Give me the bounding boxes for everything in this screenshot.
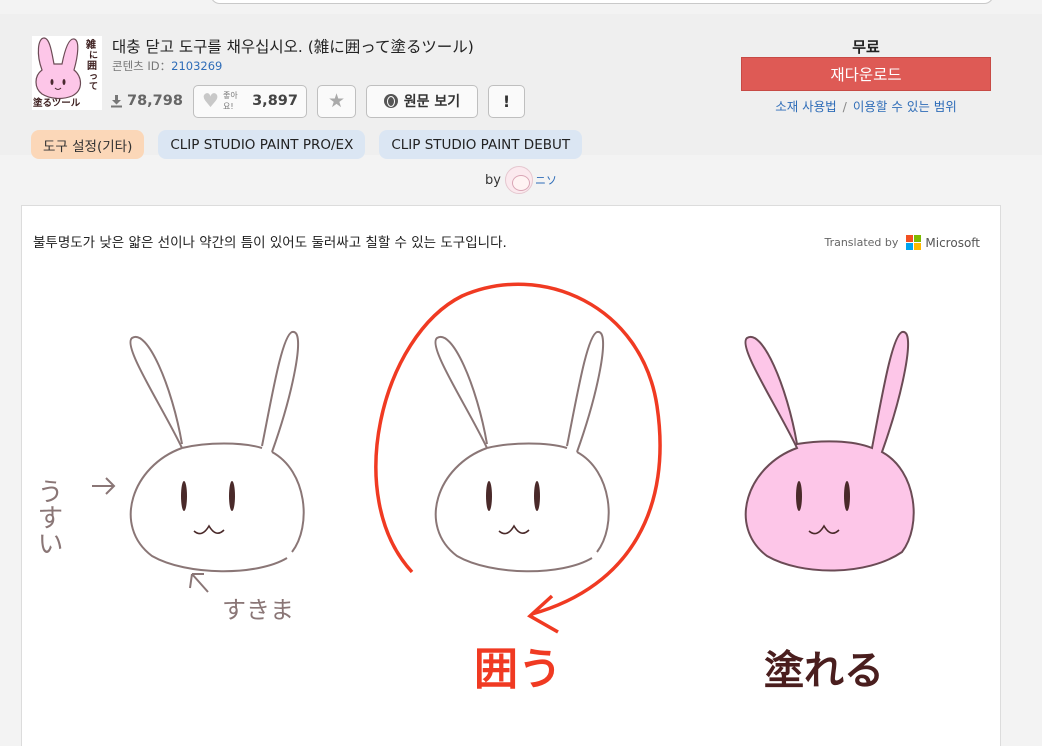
product-title: 대충 닫고 도구를 채우십시오. (雑に囲って塗るツール) [112,38,474,56]
usage-range-link[interactable]: 이용할 수 있는 범위 [853,99,957,114]
arrow-thin [92,477,116,495]
like-label: 좋아요! [223,91,238,111]
microsoft-logo-icon [906,235,922,250]
download-count-value: 78,798 [127,93,183,109]
description-text: 불투명도가 낮은 얇은 선이나 약간의 틈이 있어도 둘러싸고 칠할 수 있는 … [33,235,507,251]
enclose-arrow [374,282,662,616]
tool-illustration: うすい すきま 囲う 塗れる [33,282,915,695]
svg-text:囲: 囲 [87,60,97,72]
content-id: 콘텐츠 ID：2103269 [112,58,222,74]
product-thumbnail[interactable]: 雑 に 囲 っ て 塗るツール [32,36,102,110]
report-button[interactable]: ! [487,84,525,118]
link-separator: / [842,99,847,114]
svg-text:塗るツール: 塗るツール [33,97,81,109]
usage-links: 소재 사용법 / 이용할 수 있는 범위 [741,96,991,115]
svg-text:て: て [89,81,98,92]
bunny-outline-left [129,330,305,573]
right-bunny-eye-2 [844,481,850,511]
middle-bunny-eye-2 [534,481,540,511]
description-panel: 불투명도가 낮은 얇은 선이나 약간의 틈이 있어도 둘러싸고 칠할 수 있는 … [21,205,1001,746]
label-gap: すきま [222,596,294,624]
label-enclose: 囲う [474,644,562,695]
by-label: by [485,172,501,188]
byline: by ニソ [0,160,1042,200]
label-fill: 塗れる [764,648,884,694]
translated-by-label: Translated by [824,236,899,249]
middle-bunny-mouth [498,524,530,535]
tag-clip-debut[interactable]: CLIP STUDIO PAINT DEBUT [379,130,583,159]
product-header: 雑 に 囲 っ て 塗るツール 대충 닫고 도구를 채우십시오. (雑に囲って塗… [0,14,1042,159]
bunny-outline-middle [434,330,610,573]
translator-name: Microsoft [925,235,980,250]
price-label: 무료 [852,38,880,56]
search-bar-edge[interactable] [210,0,994,4]
redownload-button[interactable]: 재다운로드 [741,57,991,91]
author-name[interactable]: ニソ [535,172,557,188]
tag-tool-settings[interactable]: 도구 설정(기타) [31,130,145,159]
view-original-button[interactable]: 원문 보기 [365,84,478,118]
svg-text:っ: っ [89,72,98,82]
svg-text:雑: 雑 [85,38,96,51]
arrow-gap [189,573,209,593]
star-icon: ★ [327,90,345,112]
bunny-filled-right [744,330,915,572]
globe-icon [383,94,398,108]
tag-clip-pro-ex[interactable]: CLIP STUDIO PAINT PRO/EX [158,130,366,159]
download-count: 78,798 [110,93,183,109]
translation-credit: Translated by Microsoft [824,235,980,250]
label-thin: うすい [33,478,63,556]
stats-row: 78,798 ♥ 좋아요! 3,897 ★ 원문 보기 ! [110,84,535,118]
left-bunny-mouth [193,524,225,535]
svg-text:に: に [89,50,98,61]
view-original-label: 원문 보기 [403,94,461,110]
like-button[interactable]: ♥ 좋아요! 3,897 [192,84,307,118]
author-avatar[interactable] [504,166,533,194]
download-icon [111,95,122,108]
middle-bunny-eye-1 [486,481,492,511]
favorite-button[interactable]: ★ [316,84,356,118]
left-bunny-eye-2 [229,481,235,511]
right-bunny-eye-1 [796,481,802,511]
left-bunny-eye-1 [181,481,187,511]
tag-list: 도구 설정(기타) CLIP STUDIO PAINT PRO/EX CLIP … [31,130,596,159]
exclamation-icon: ! [502,91,511,111]
content-id-value[interactable]: 2103269 [171,59,222,73]
content-id-label: 콘텐츠 ID： [112,59,172,73]
heart-icon: ♥ [201,90,220,112]
usage-guide-link[interactable]: 소재 사용법 [775,99,836,114]
bunny-thumbnail-icon: 雑 に 囲 っ て 塗るツール [33,37,98,109]
like-count: 3,897 [252,93,298,109]
enclose-arrowhead [527,594,559,634]
